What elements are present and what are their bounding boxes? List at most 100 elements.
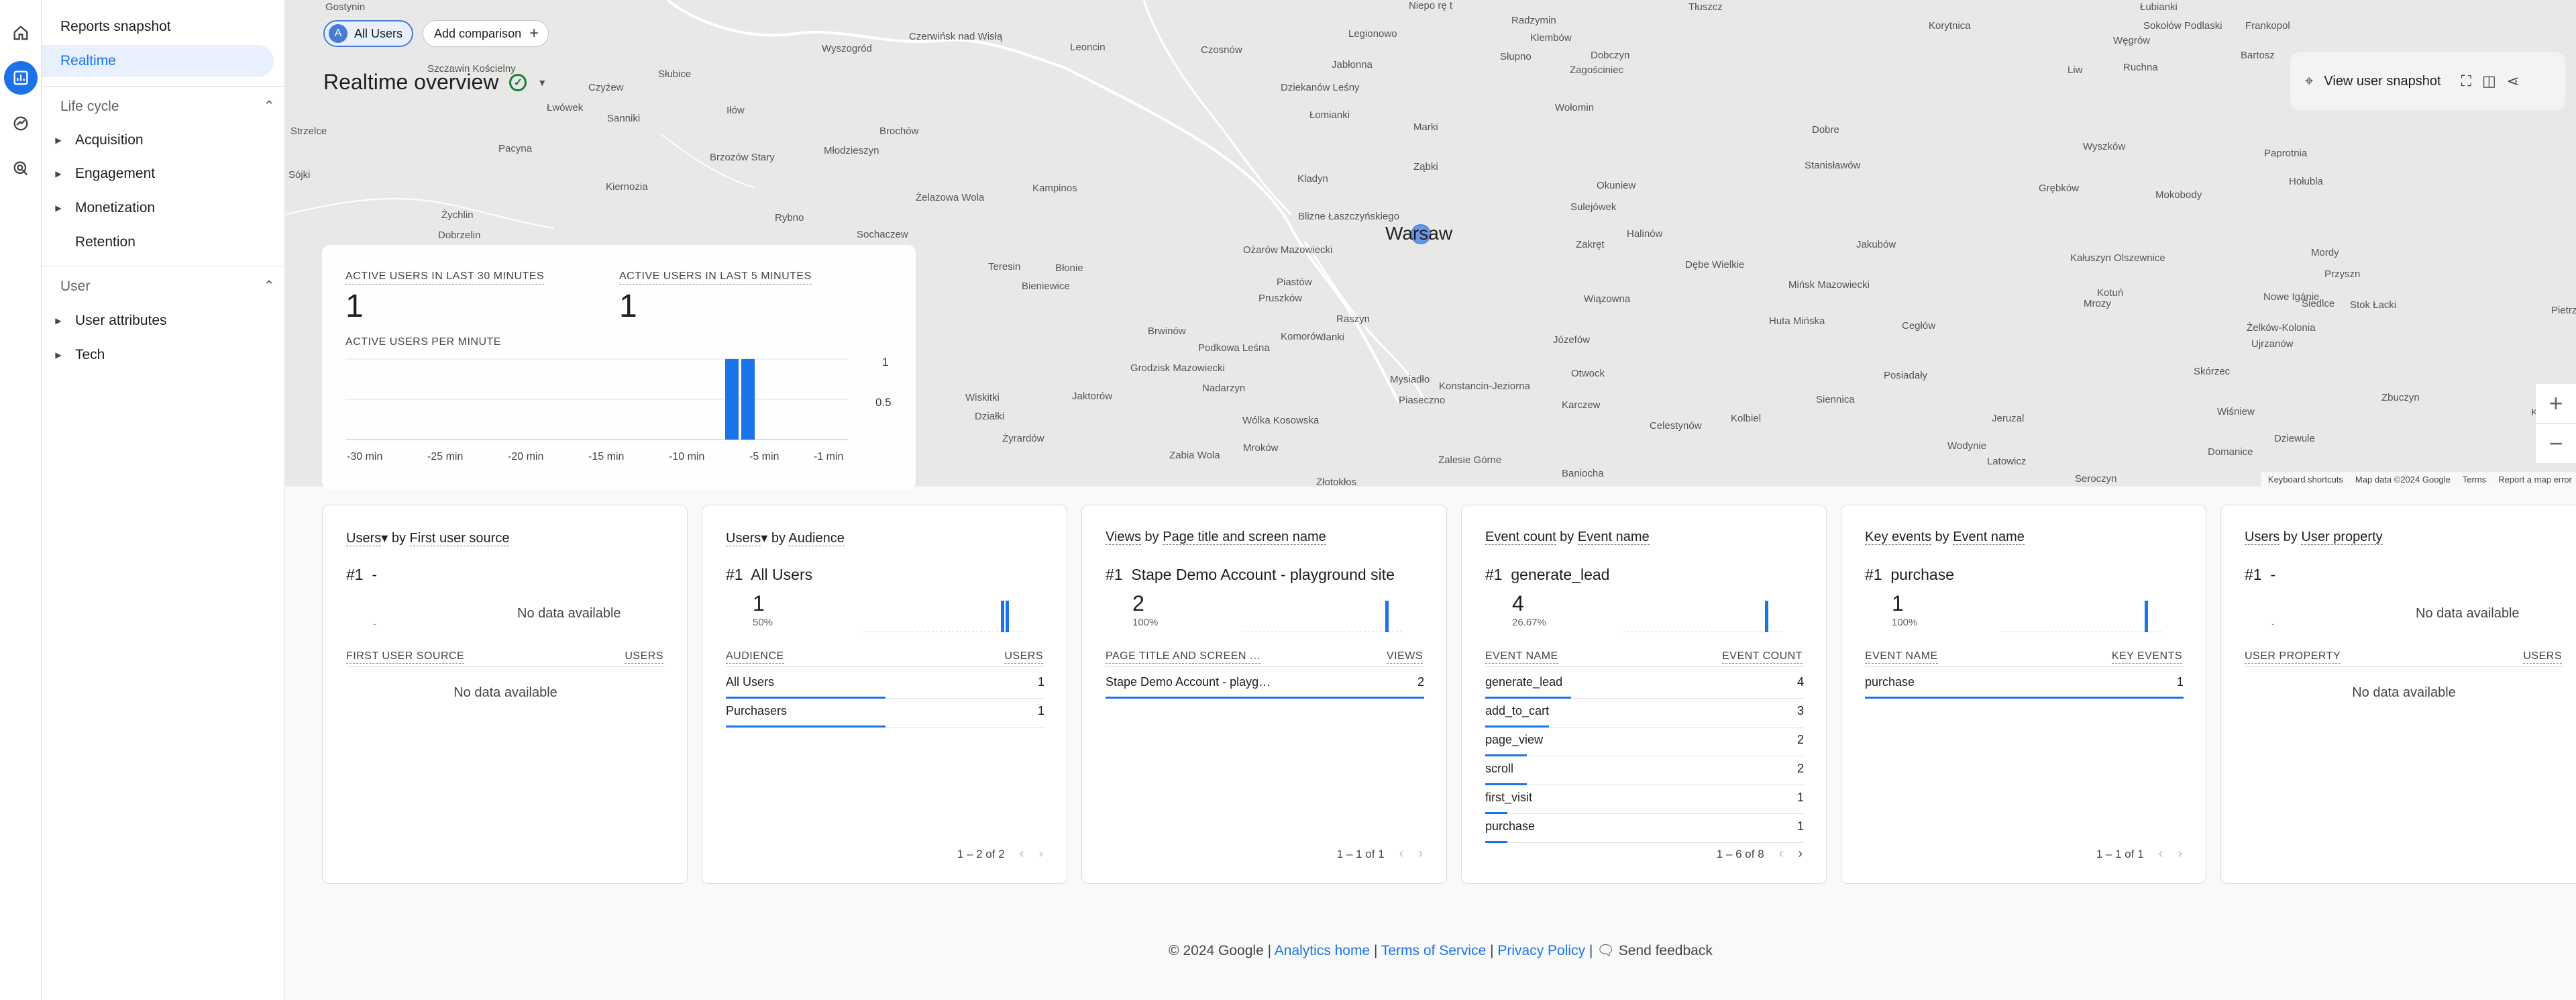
col-header[interactable]: AUDIENCE xyxy=(726,650,784,664)
dropdown-icon[interactable]: ▾ xyxy=(761,531,767,546)
dropdown-icon[interactable]: ▾ xyxy=(381,531,388,546)
table-row[interactable]: purchase 1 xyxy=(1485,814,1804,843)
prev-page-icon[interactable]: ‹ xyxy=(1020,846,1024,862)
table-row[interactable]: page_view 2 xyxy=(1485,728,1804,756)
nav-item-engagement[interactable]: ▶ Engagement xyxy=(42,158,274,189)
nav-item-tech[interactable]: ▶ Tech xyxy=(42,340,274,370)
card-metric[interactable]: Event count xyxy=(1485,530,1556,545)
card-top-value: 1 xyxy=(753,591,765,615)
map-city-label: Dobrzelin xyxy=(438,230,481,241)
report-card: Users▾ by First user source #1 - - No data … xyxy=(322,505,688,884)
card-metric[interactable]: Key events xyxy=(1865,530,1931,545)
footer-sep: | xyxy=(1585,943,1597,958)
chart-bar[interactable] xyxy=(741,359,755,440)
table-row[interactable]: All Users 1 xyxy=(726,670,1044,699)
send-feedback-link[interactable]: Send feedback xyxy=(1619,943,1713,958)
explore-icon[interactable] xyxy=(4,107,38,140)
col-header[interactable]: FIRST USER SOURCE xyxy=(346,650,465,664)
analytics-home-link[interactable]: Analytics home xyxy=(1275,943,1370,958)
card-dimension[interactable]: User property xyxy=(2301,530,2383,545)
map-city-label: Wyszków xyxy=(2083,141,2126,152)
page-title: Realtime overview ✓ ▼ xyxy=(323,70,547,95)
fullscreen-icon[interactable]: ⛶ xyxy=(2461,72,2471,90)
nav-item-user-attributes[interactable]: ▶ User attributes xyxy=(42,305,274,336)
col-header[interactable]: USERS xyxy=(1004,650,1043,664)
card-top-dot: - xyxy=(2271,618,2275,629)
map-city-label: Wólka Kosowska xyxy=(1242,415,1320,426)
col-header[interactable]: USERS xyxy=(625,650,663,664)
prev-page-icon[interactable]: ‹ xyxy=(1399,846,1404,862)
card-metric[interactable]: Users xyxy=(2245,530,2280,545)
card-dimension[interactable]: First user source xyxy=(409,531,510,546)
nav-item-engagement-label: Engagement xyxy=(75,166,156,181)
feedback-icon: 🗨 xyxy=(1597,943,1619,958)
x-tick: -30 min xyxy=(347,451,382,462)
col-header[interactable]: VIEWS xyxy=(1386,650,1423,664)
view-user-snapshot-button[interactable]: View user snapshot xyxy=(2324,74,2440,89)
card-metric[interactable]: Users xyxy=(726,531,761,546)
nav-section-user[interactable]: User ⌃ xyxy=(60,278,275,295)
nav-item-retention[interactable]: Retention xyxy=(42,227,274,258)
map-city-label: Strzelce xyxy=(290,126,327,137)
zoom-in-button[interactable]: + xyxy=(2536,384,2576,423)
map-city-label: Radzymin xyxy=(1511,15,1556,26)
all-users-chip[interactable]: A All Users xyxy=(323,20,414,47)
col-header[interactable]: PAGE TITLE AND SCREEN … xyxy=(1106,650,1261,664)
table-row[interactable]: add_to_cart 3 xyxy=(1485,699,1804,728)
card-dimension[interactable]: Event name xyxy=(1953,530,2025,545)
title-dropdown-icon[interactable]: ▼ xyxy=(537,77,547,88)
col-header[interactable]: EVENT NAME xyxy=(1865,650,1938,664)
next-page-icon[interactable]: › xyxy=(2178,846,2182,862)
map-city-label: Pruszków xyxy=(1258,293,1303,304)
card-dimension[interactable]: Audience xyxy=(788,531,845,546)
privacy-link[interactable]: Privacy Policy xyxy=(1497,943,1585,958)
zoom-out-button[interactable]: − xyxy=(2536,424,2576,463)
chart-bar[interactable] xyxy=(725,359,739,440)
prev-page-icon[interactable]: ‹ xyxy=(1779,846,1784,862)
table-row[interactable]: Stape Demo Account - playg… 2 xyxy=(1106,670,1424,699)
share-icon[interactable]: ⋖ xyxy=(2507,72,2519,90)
row-label: page_view xyxy=(1485,733,1544,746)
table-row[interactable]: first_visit 1 xyxy=(1485,785,1804,814)
map-footer-terms[interactable]: Terms xyxy=(2463,474,2486,485)
header-divider xyxy=(1106,666,1424,667)
card-dimension[interactable]: Page title and screen name xyxy=(1163,530,1326,545)
table-row[interactable]: purchase 1 xyxy=(1865,670,2184,699)
reports-icon[interactable] xyxy=(4,61,38,95)
col-header[interactable]: EVENT NAME xyxy=(1485,650,1558,664)
page-title-text: Realtime overview xyxy=(323,70,499,94)
card-metric[interactable]: Views xyxy=(1106,530,1141,545)
table-row[interactable]: generate_lead 4 xyxy=(1485,670,1804,699)
map-city-label: Blizne Łaszczyńskiego xyxy=(1298,211,1399,222)
add-comparison-button[interactable]: Add comparison + xyxy=(423,20,549,47)
table-row[interactable]: Purchasers 1 xyxy=(726,699,1044,728)
card-dimension[interactable]: Event name xyxy=(1577,530,1650,545)
compare-columns-icon[interactable]: ◫ xyxy=(2482,72,2496,90)
card-title-by: by xyxy=(767,531,789,546)
row-value: 4 xyxy=(1796,675,1804,689)
map-city-label: Pacyna xyxy=(498,143,533,154)
col-header[interactable]: EVENT COUNT xyxy=(1722,650,1803,664)
col-header[interactable]: USER PROPERTY xyxy=(2245,650,2341,664)
col-header[interactable]: KEY EVENTS xyxy=(2111,650,2182,664)
home-icon[interactable] xyxy=(4,16,38,50)
map-city-label: Kałuszyn Olszewnice xyxy=(2070,252,2165,264)
nav-item-acquisition[interactable]: ▶ Acquisition xyxy=(42,125,274,156)
map-city-label: Teresin xyxy=(988,261,1021,272)
nav-section-lifecycle[interactable]: Life cycle ⌃ xyxy=(60,98,275,115)
nav-realtime[interactable]: Realtime xyxy=(42,45,274,77)
map-footer-report[interactable]: Report a map error xyxy=(2498,474,2572,485)
nav-item-monetization[interactable]: ▶ Monetization xyxy=(42,193,274,223)
advertising-icon[interactable] xyxy=(4,152,38,185)
nav-reports-snapshot[interactable]: Reports snapshot xyxy=(42,11,274,43)
table-row[interactable]: scroll 2 xyxy=(1485,756,1804,785)
prev-page-icon[interactable]: ‹ xyxy=(2159,846,2163,862)
card-metric[interactable]: Users xyxy=(346,531,382,546)
map-footer-shortcuts[interactable]: Keyboard shortcuts xyxy=(2268,474,2343,485)
terms-link[interactable]: Terms of Service xyxy=(1381,943,1486,958)
next-page-icon[interactable]: › xyxy=(1798,846,1803,862)
map-city-label: Posiadały xyxy=(1884,370,1928,381)
next-page-icon[interactable]: › xyxy=(1038,846,1043,862)
col-header[interactable]: USERS xyxy=(2523,650,2562,664)
next-page-icon[interactable]: › xyxy=(1418,846,1423,862)
